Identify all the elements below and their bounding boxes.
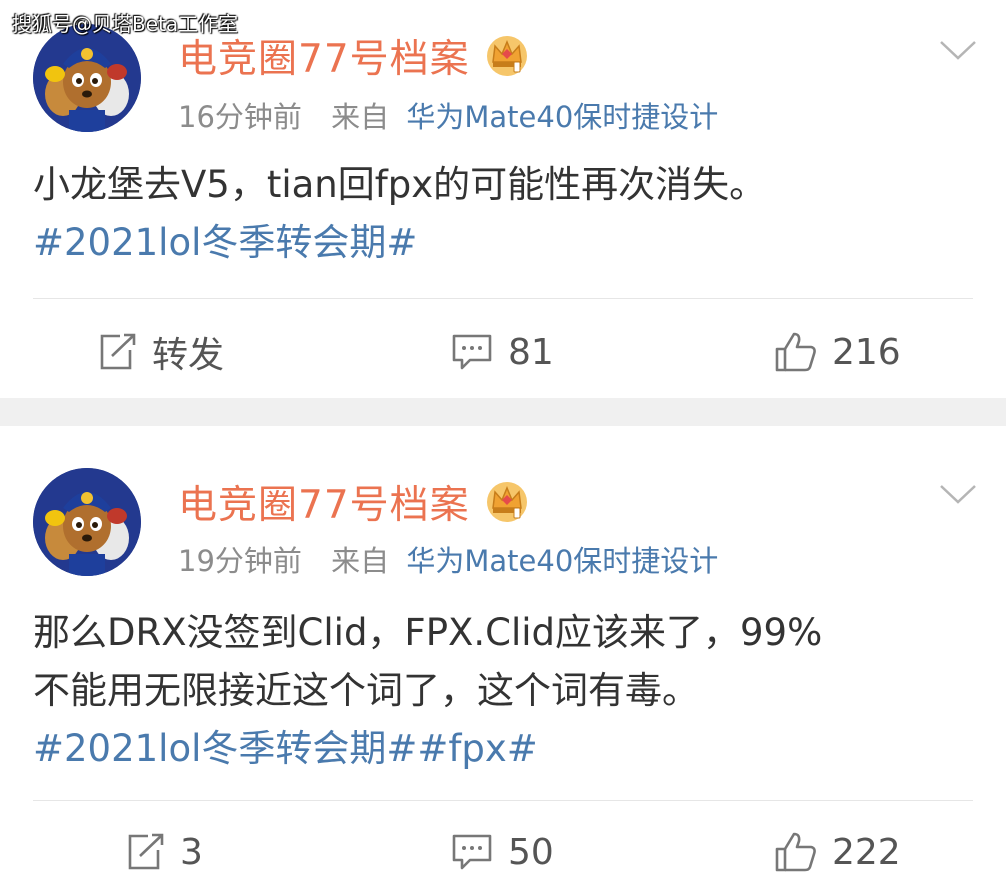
- post-separator: [0, 398, 1006, 426]
- source-device-link[interactable]: 华为Mate40保时捷设计: [406, 100, 718, 134]
- weibo-post: 电竞圈77号档案 16分钟前 来自 华为Mate40保时捷设计 小龙堡去V5，t…: [0, 0, 1006, 398]
- post-text-line: 小龙堡去V5，tian回fpx的可能性再次消失。: [33, 163, 767, 206]
- chevron-down-icon[interactable]: [938, 482, 978, 506]
- comment-count: 50: [508, 831, 554, 873]
- post-time: 16分钟前: [178, 100, 302, 134]
- repost-label: 转发: [152, 335, 225, 376]
- repost-icon: [100, 333, 136, 370]
- comment-icon: [452, 334, 492, 370]
- repost-button[interactable]: 转发: [96, 322, 224, 382]
- post-text-line: 不能用无限接近这个词了，这个词有毒。: [33, 669, 699, 712]
- repost-icon: [128, 833, 164, 870]
- comment-button[interactable]: 81: [450, 322, 554, 382]
- source-label: 来自: [331, 544, 390, 578]
- post-body: 那么DRX没签到Clid，FPX.Clid应该来了，99% 不能用无限接近这个词…: [33, 604, 983, 778]
- thumbs-up-icon: [775, 832, 816, 872]
- hashtag-link[interactable]: #2021lol冬季转会期##fpx#: [33, 720, 983, 778]
- divider: [33, 298, 973, 299]
- comment-count: 81: [508, 331, 554, 373]
- like-button[interactable]: 222: [774, 822, 901, 882]
- avatar[interactable]: [33, 24, 141, 132]
- chevron-down-icon[interactable]: [938, 38, 978, 62]
- like-button[interactable]: 216: [774, 322, 901, 382]
- like-count: 222: [832, 831, 901, 873]
- crown-icon: [484, 32, 530, 76]
- action-bar: 3 50 222: [0, 822, 1006, 882]
- repost-button[interactable]: 3: [124, 822, 203, 882]
- comment-icon: [452, 834, 492, 870]
- comment-button[interactable]: 50: [450, 822, 554, 882]
- post-text-line: 那么DRX没签到Clid，FPX.Clid应该来了，99%: [33, 611, 823, 654]
- action-bar: 转发 81 216: [0, 322, 1006, 382]
- post-time: 19分钟前: [178, 544, 302, 578]
- username[interactable]: 电竞圈77号档案: [178, 474, 470, 530]
- avatar[interactable]: [33, 468, 141, 576]
- source-device-link[interactable]: 华为Mate40保时捷设计: [406, 544, 718, 578]
- crown-icon: [484, 478, 530, 522]
- weibo-post: 电竞圈77号档案 19分钟前 来自 华为Mate40保时捷设计 那么DRX没签到…: [0, 426, 1006, 890]
- post-meta: 16分钟前 来自 华为Mate40保时捷设计: [178, 94, 718, 136]
- repost-count: 3: [180, 831, 203, 873]
- watermark: 搜狐号@贝塔Beta工作室: [12, 12, 239, 36]
- divider: [33, 800, 973, 801]
- hashtag-link[interactable]: #2021lol冬季转会期#: [33, 214, 983, 272]
- like-count: 216: [832, 331, 901, 373]
- post-body: 小龙堡去V5，tian回fpx的可能性再次消失。 #2021lol冬季转会期#: [33, 156, 983, 272]
- post-meta: 19分钟前 来自 华为Mate40保时捷设计: [178, 538, 718, 580]
- thumbs-up-icon: [775, 332, 816, 372]
- source-label: 来自: [331, 100, 390, 134]
